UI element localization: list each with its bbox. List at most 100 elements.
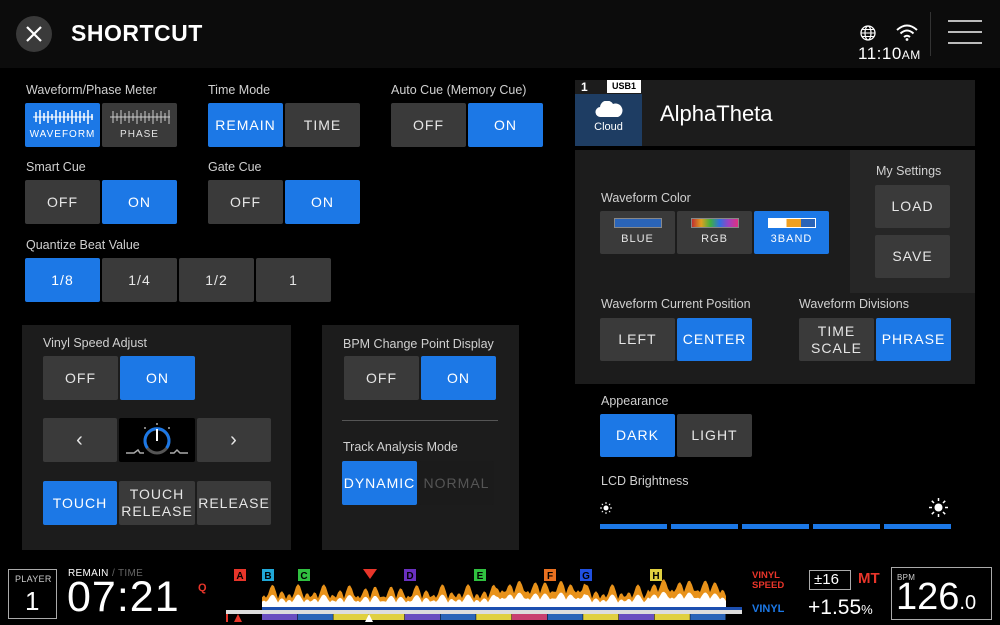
brightness-segment[interactable]: [813, 524, 880, 529]
cloud-source[interactable]: [575, 94, 642, 146]
header-bar: SHORTCUT 11:10AM: [0, 0, 1000, 68]
brightness-segment[interactable]: [884, 524, 951, 529]
center-position-button[interactable]: CENTER: [677, 318, 752, 361]
usb-badge: USB1: [607, 80, 641, 93]
hot-cue-f: F: [544, 569, 556, 582]
panel-divider: [342, 420, 498, 421]
phrase-button[interactable]: PHRASE: [876, 318, 951, 361]
waveform-color-label: Waveform Color: [601, 191, 691, 205]
cloud-label: Cloud: [594, 121, 623, 133]
time-scale-button[interactable]: TIME SCALE: [799, 318, 874, 361]
quantize-label: Quantize Beat Value: [26, 238, 140, 252]
waveform-position-label: Waveform Current Position: [601, 297, 751, 311]
deck-name: AlphaTheta: [660, 101, 773, 126]
smart-cue-label: Smart Cue: [26, 160, 86, 174]
quantize-1-8-button[interactable]: 1/8: [25, 258, 100, 302]
gate-cue-off-button[interactable]: OFF: [208, 180, 283, 224]
smart-cue-off-button[interactable]: OFF: [25, 180, 100, 224]
brightness-segment[interactable]: [671, 524, 738, 529]
svg-text:E: E: [477, 571, 484, 582]
blue-swatch: [613, 217, 662, 228]
load-button[interactable]: LOAD: [875, 185, 950, 228]
gate-cue-label: Gate Cue: [208, 160, 262, 174]
left-position-button[interactable]: LEFT: [600, 318, 675, 361]
hot-cue-b: B: [262, 569, 274, 582]
header-divider: [930, 12, 931, 56]
time-button[interactable]: TIME: [285, 103, 360, 147]
phase-button[interactable]: PHASE: [102, 103, 177, 147]
vinyl-speed-on-button[interactable]: ON: [120, 356, 195, 400]
auto-cue-label: Auto Cue (Memory Cue): [391, 83, 527, 97]
3band-color-button[interactable]: 3BAND: [754, 211, 829, 254]
phrase-segment: [440, 614, 476, 620]
close-button[interactable]: [16, 16, 52, 52]
svg-text:B: B: [264, 571, 271, 582]
brightness-segment[interactable]: [600, 524, 667, 529]
track-analysis-label: Track Analysis Mode: [343, 440, 458, 454]
tempo-range: ±16: [814, 571, 839, 588]
waveform-button[interactable]: WAVEFORM: [25, 103, 100, 147]
waveform-icon: [32, 109, 93, 124]
phase-meter-icon: [109, 109, 170, 124]
menu-icon: [948, 20, 982, 22]
phrase-segment: [333, 614, 369, 620]
brightness-high-icon: [929, 498, 948, 517]
auto-cue-on-button[interactable]: ON: [468, 103, 543, 147]
svg-text:F: F: [547, 571, 553, 582]
3band-swatch: [767, 217, 816, 228]
normal-button: NORMAL: [419, 461, 494, 505]
touch-button[interactable]: TOUCH: [43, 481, 117, 525]
time-readout: 07:21: [67, 573, 180, 621]
hot-cue-a: A: [234, 569, 246, 582]
touch-release-button[interactable]: TOUCH RELEASE: [119, 481, 195, 525]
hot-cue-h: H: [650, 569, 662, 582]
lcd-brightness-slider[interactable]: [600, 524, 951, 529]
hot-cue-g: G: [580, 569, 592, 582]
clock: 11:10AM: [858, 44, 921, 63]
vinyl-indicator: VINYL: [752, 603, 785, 615]
gate-cue-on-button[interactable]: ON: [285, 180, 360, 224]
brightness-segment[interactable]: [742, 524, 809, 529]
phrase-segment: [476, 614, 512, 620]
auto-cue-off-button[interactable]: OFF: [391, 103, 466, 147]
vinyl-speed-curve-display: [119, 418, 195, 462]
release-button[interactable]: RELEASE: [197, 481, 271, 525]
phrase-segment: [618, 614, 655, 620]
phrase-segment: [690, 614, 726, 620]
svg-text:C: C: [300, 571, 307, 582]
tempo-value: +1.55%: [808, 596, 873, 619]
bpm-change-off-button[interactable]: OFF: [344, 356, 419, 400]
track-overview-waveform[interactable]: A B C D E F G H: [226, 566, 742, 623]
smart-cue-on-button[interactable]: ON: [102, 180, 177, 224]
menu-button[interactable]: [948, 20, 982, 46]
light-button[interactable]: LIGHT: [677, 414, 752, 457]
globe-icon: [860, 25, 876, 41]
rgb-color-button[interactable]: RGB: [677, 211, 752, 254]
bpm-change-label: BPM Change Point Display: [343, 337, 494, 351]
quantize-1-4-button[interactable]: 1/4: [102, 258, 177, 302]
dynamic-button[interactable]: DYNAMIC: [342, 461, 417, 505]
my-settings-label: My Settings: [876, 164, 942, 178]
memory-cue-icon: [363, 569, 377, 579]
dark-button[interactable]: DARK: [600, 414, 675, 457]
quantize-1-button[interactable]: 1: [256, 258, 331, 302]
blue-color-button[interactable]: BLUE: [600, 211, 675, 254]
vinyl-speed-next-button[interactable]: ›: [197, 418, 271, 462]
vinyl-speed-prev-button[interactable]: ‹: [43, 418, 117, 462]
phrase-segment: [654, 614, 690, 620]
quantize-1-2-button[interactable]: 1/2: [179, 258, 254, 302]
save-button[interactable]: SAVE: [875, 235, 950, 278]
phrase-segment: [262, 614, 298, 620]
bpm-change-on-button[interactable]: ON: [421, 356, 496, 400]
speed-knob-icon: [126, 423, 188, 455]
master-tempo-indicator: MT: [858, 570, 880, 587]
phrase-segment: [511, 614, 547, 620]
vinyl-speed-indicator: VINYL SPEED: [752, 570, 785, 591]
svg-text:G: G: [582, 571, 590, 582]
rgb-swatch: [690, 217, 739, 228]
player-label: PLAYER: [15, 574, 52, 584]
vinyl-speed-off-button[interactable]: OFF: [43, 356, 118, 400]
svg-text:H: H: [652, 571, 659, 582]
phrase-segment: [297, 614, 333, 620]
remain-button[interactable]: REMAIN: [208, 103, 283, 147]
